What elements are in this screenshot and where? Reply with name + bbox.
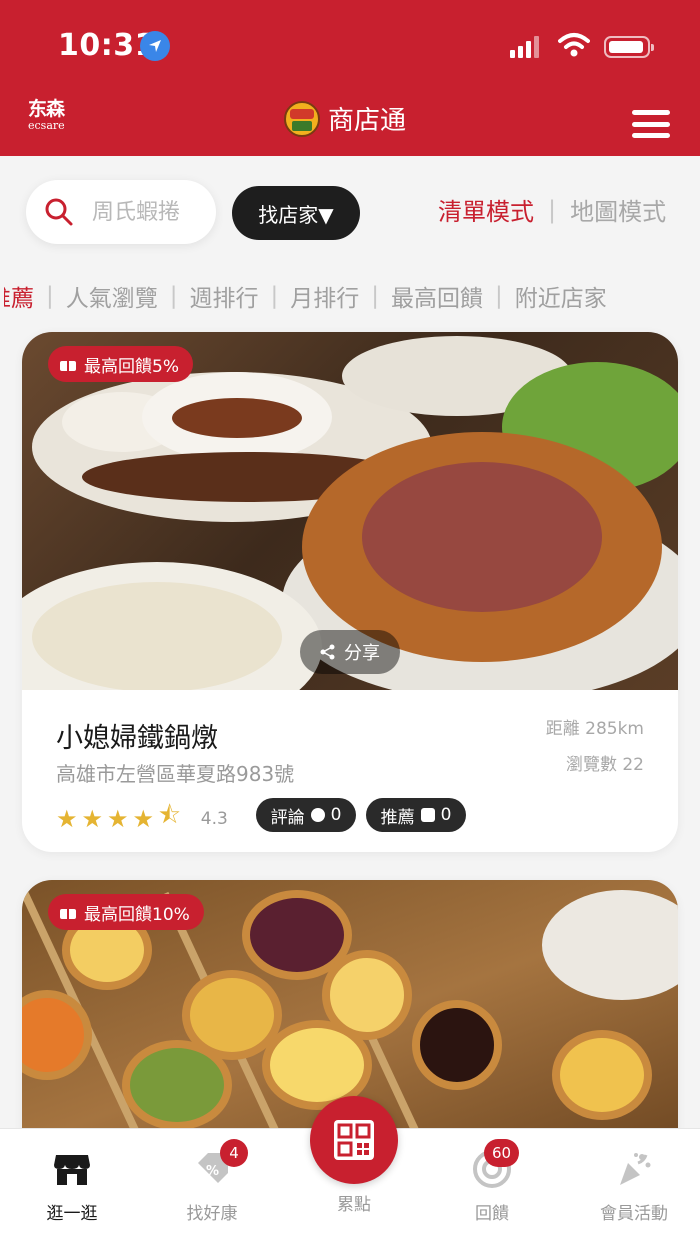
chat-icon: [310, 808, 325, 822]
app-title: 商店通: [328, 106, 407, 136]
menu-icon[interactable]: [632, 110, 670, 138]
share-label: 分享: [344, 643, 380, 664]
nav-deals[interactable]: % 4 找好康: [152, 1129, 272, 1244]
nav-browse[interactable]: 逛一逛: [12, 1129, 132, 1244]
rank-tab-popular[interactable]: 人氣瀏覽: [66, 280, 158, 312]
star-icon: ★: [81, 804, 104, 833]
location-arrow-icon: [140, 31, 170, 61]
gift-icon: [60, 357, 76, 371]
shop-address: 高雄市左營區華夏路983號: [56, 762, 295, 786]
shop-distance: 距離 285km: [545, 719, 644, 739]
brand-logo[interactable]: 东森 ecsare: [28, 98, 74, 140]
discount-tag-icon: % 4: [192, 1139, 248, 1189]
reward-badge-label: 最高回饋5%: [84, 356, 179, 377]
star-icon: ★: [107, 804, 129, 833]
review-count: 0: [330, 805, 342, 825]
shop-card[interactable]: 最高回饋5% 分享 小媳婦鐵鍋燉 高雄市左營區華夏路983號 距離 285km …: [22, 332, 678, 852]
shop-name[interactable]: 小媳婦鐵鍋燉: [56, 716, 218, 755]
recommend-label: 推薦: [380, 807, 415, 828]
star-icon: ★: [56, 804, 78, 833]
review-button[interactable]: 評論 0: [256, 798, 356, 832]
svg-text:%: %: [206, 1164, 219, 1179]
map-mode-tab[interactable]: 地圖模式: [570, 192, 666, 227]
thumbs-up-icon: [420, 808, 435, 822]
nav-events[interactable]: 會員活動: [574, 1129, 694, 1244]
rank-tab-monthly[interactable]: 月排行: [290, 280, 359, 312]
search-input[interactable]: [92, 199, 204, 225]
search-bar[interactable]: [26, 180, 216, 244]
rank-tab-top-reward[interactable]: 最高回饋: [391, 280, 483, 312]
search-icon: [45, 198, 73, 226]
qr-code-button[interactable]: [310, 1096, 398, 1184]
recommend-button[interactable]: 推薦 0: [366, 798, 466, 832]
nav-deals-label: 找好康: [186, 1204, 238, 1224]
rating-value: 4.3: [200, 808, 228, 829]
reward-badge-label: 最高回饋10%: [84, 904, 190, 925]
nav-events-label: 會員活動: [600, 1204, 668, 1224]
reward-badge: 最高回饋10%: [48, 894, 204, 930]
nav-browse-label: 逛一逛: [46, 1204, 98, 1224]
share-button[interactable]: 分享: [300, 630, 400, 674]
app-title-group: 商店通: [284, 100, 406, 137]
find-store-button[interactable]: 找店家▼: [232, 186, 360, 240]
deals-badge: 4: [220, 1139, 248, 1167]
battery-icon: [604, 36, 654, 58]
rank-tab-recommend[interactable]: 推薦: [4, 280, 34, 312]
gift-icon: [60, 905, 76, 919]
qr-code-icon: [334, 1120, 374, 1160]
brand-logo-cn: 东森: [28, 98, 65, 120]
nav-rewards[interactable]: 60 回饋: [432, 1129, 552, 1244]
view-mode-switch: 清單模式 | 地圖模式: [438, 192, 666, 227]
store-icon: [52, 1149, 92, 1189]
nav-points-label: 累點: [337, 1195, 371, 1215]
review-label: 評論: [270, 807, 305, 828]
wifi-icon: [558, 32, 590, 62]
reward-badge: 最高回饋5%: [48, 346, 193, 382]
share-icon: [320, 644, 335, 660]
recommend-count: 0: [440, 805, 452, 825]
signal-icon: [510, 36, 539, 58]
shop-views: 瀏覽數 22: [565, 755, 644, 775]
rewards-badge: 60: [484, 1139, 520, 1167]
top-bar: 10:31 东森 ecsare 商店通: [0, 0, 700, 156]
coin-icon: 60: [472, 1139, 520, 1189]
rating-stars: ★ ★ ★ ★ ⯪ 4.3: [56, 798, 228, 839]
star-icon: ★: [132, 804, 155, 833]
half-star-icon: ⯪: [158, 801, 181, 829]
rank-tab-nearby[interactable]: 附近店家: [515, 280, 607, 312]
rank-tab-weekly[interactable]: 週排行: [190, 280, 259, 312]
app-logo-icon: [284, 100, 320, 137]
rank-tabs: 推薦 | 人氣瀏覽 | 週排行 | 月排行 | 最高回饋 | 附近店家: [0, 280, 700, 312]
list-mode-tab[interactable]: 清單模式: [438, 192, 534, 227]
party-popper-icon: [614, 1149, 654, 1189]
brand-logo-en: ecsare: [28, 119, 65, 132]
shop-photo[interactable]: 最高回饋5% 分享: [22, 332, 678, 690]
nav-rewards-label: 回饋: [475, 1204, 509, 1224]
mode-separator: |: [548, 195, 557, 224]
